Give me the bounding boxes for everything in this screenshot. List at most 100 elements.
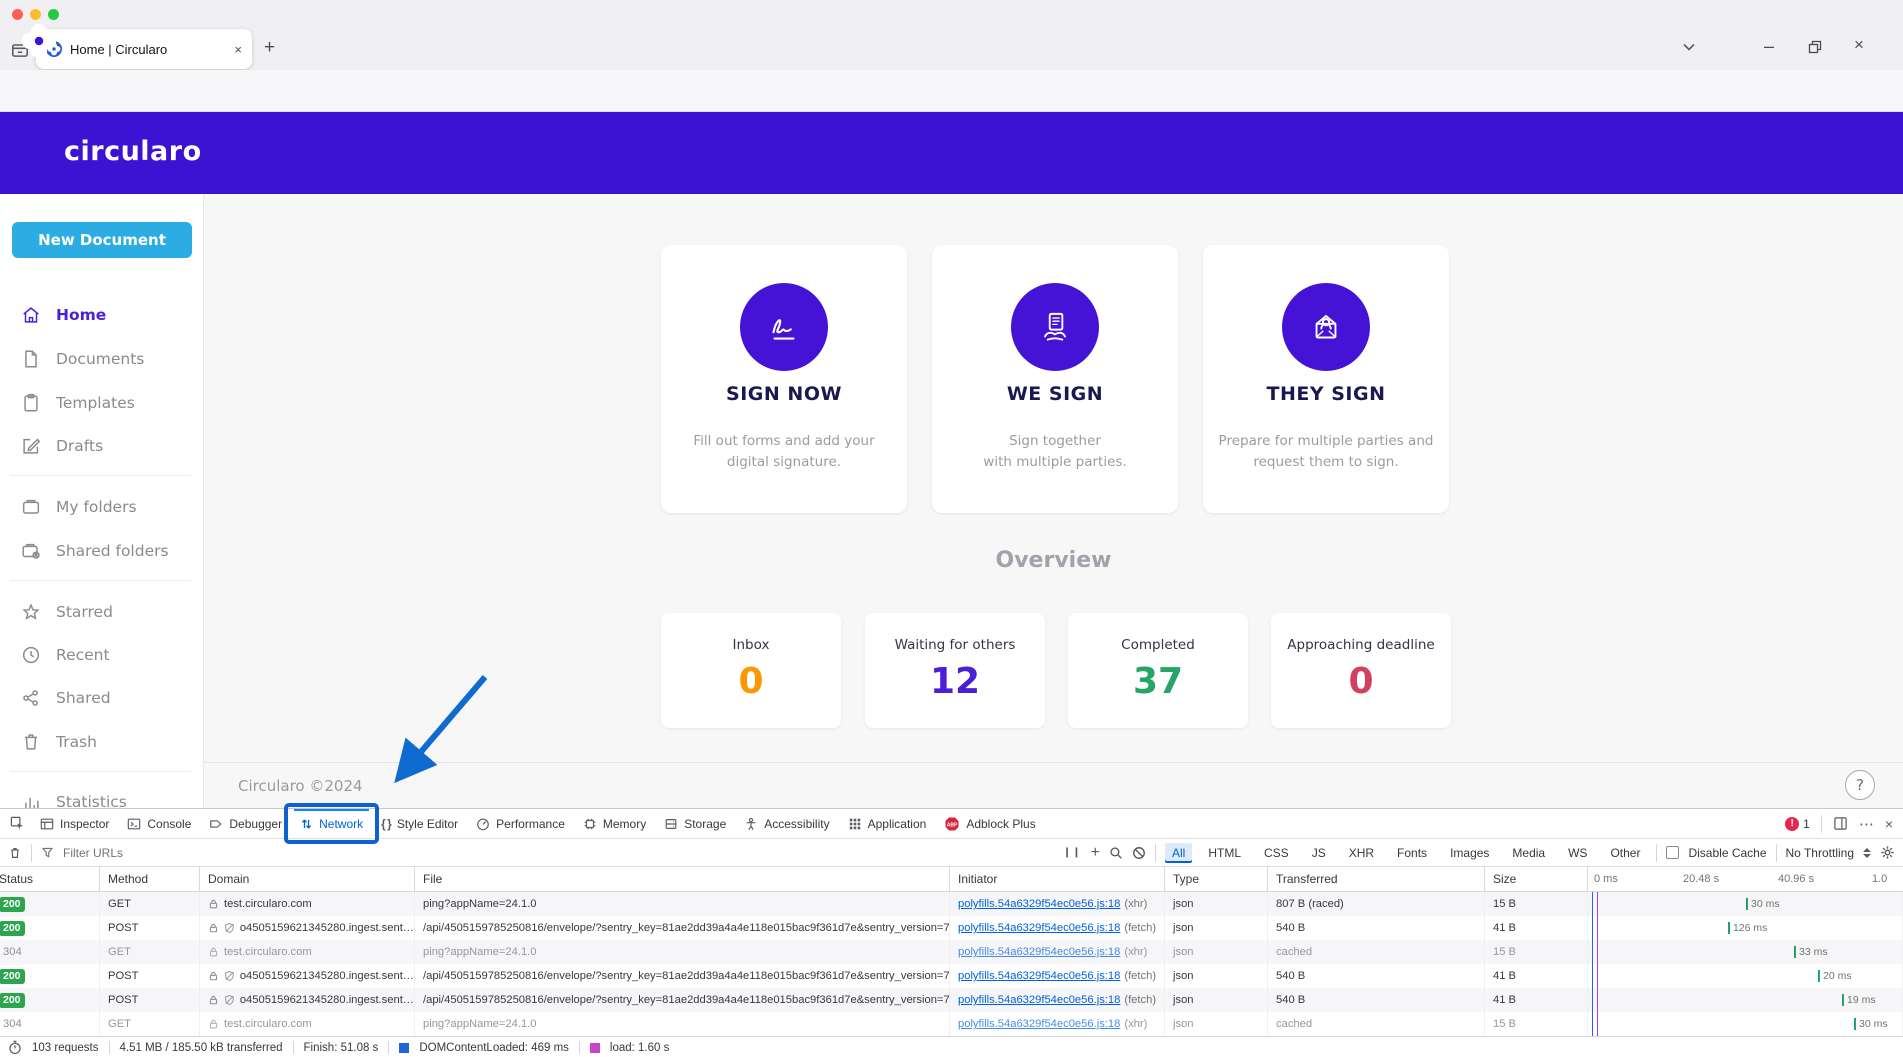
devtools-tab-adblock-plus[interactable]: ABP Adblock Plus	[935, 809, 1044, 839]
window-minimize-button[interactable]: –	[1764, 37, 1774, 55]
sidebar-item-drafts[interactable]: Drafts	[0, 424, 204, 468]
browser-tab[interactable]: Home | Circularo ×	[36, 29, 252, 69]
divider	[109, 1041, 110, 1054]
filter-urls-input[interactable]	[63, 846, 283, 860]
initiator-link[interactable]: polyfills.54a6329f54ec0e56.js:18	[958, 922, 1120, 934]
filter-pill-other[interactable]: Other	[1603, 843, 1647, 863]
card-subtitle: digital signature.	[661, 454, 907, 470]
timeline-tick: 1.0	[1872, 867, 1887, 892]
they-sign-card[interactable]: THEY SIGN Prepare for multiple parties a…	[1203, 245, 1449, 513]
initiator-link[interactable]: polyfills.54a6329f54ec0e56.js:18	[958, 970, 1120, 982]
network-request-row[interactable]: 304 GET test.circularo.com ping?appName=…	[0, 940, 1903, 964]
tab-close-icon[interactable]: ×	[234, 43, 242, 56]
block-requests-icon[interactable]	[1132, 846, 1146, 860]
hands-document-icon	[1011, 283, 1099, 371]
timeline-tick: 0 ms	[1594, 867, 1618, 892]
devtools-tab-memory[interactable]: Memory	[574, 809, 655, 839]
filter-funnel-icon	[41, 846, 54, 859]
devtools-tab-style-editor[interactable]: { } Style Editor	[372, 809, 467, 839]
macos-zoom-button[interactable]	[48, 9, 59, 20]
overview-heading: Overview	[204, 548, 1903, 573]
filter-pill-fonts[interactable]: Fonts	[1390, 843, 1434, 863]
network-request-row[interactable]: 200 POST o4505159621345280.ingest.sent… …	[0, 988, 1903, 1012]
sidebar-item-shared[interactable]: Shared	[0, 676, 204, 720]
initiator-link[interactable]: polyfills.54a6329f54ec0e56.js:18	[958, 1018, 1120, 1030]
we-sign-card[interactable]: WE SIGN Sign together with multiple part…	[932, 245, 1178, 513]
sidebar-item-starred[interactable]: Starred	[0, 590, 204, 634]
devtools-tab-storage[interactable]: Storage	[655, 809, 735, 839]
devtools-close-icon[interactable]: ×	[1885, 816, 1893, 832]
pause-icon[interactable]: ❙❙	[1063, 847, 1082, 858]
devtools-tab-console[interactable]: Console	[118, 809, 200, 839]
finish-time[interactable]: Finish: 51.08 s	[304, 1042, 379, 1054]
help-button[interactable]: ?	[1845, 770, 1875, 800]
devtools-tab-network[interactable]: Network	[291, 809, 372, 839]
clipboard-icon	[20, 392, 42, 414]
new-document-button[interactable]: New Document	[12, 222, 192, 258]
network-request-row[interactable]: 200 GET test.circularo.com ping?appName=…	[0, 892, 1903, 916]
network-settings-gear-icon[interactable]	[1880, 845, 1895, 860]
filter-pill-js[interactable]: JS	[1305, 843, 1333, 863]
network-request-table: Status Method Domain File Initiator Type…	[0, 867, 1903, 1036]
initiator-link[interactable]: polyfills.54a6329f54ec0e56.js:18	[958, 946, 1120, 958]
filter-pill-ws[interactable]: WS	[1561, 843, 1594, 863]
stat-card-approaching-deadline[interactable]: Approaching deadline 0	[1271, 613, 1451, 728]
sidebar-item-documents[interactable]: Documents	[0, 337, 204, 381]
search-requests-icon[interactable]	[1109, 846, 1123, 860]
devtools-tab-accessibility[interactable]: Accessibility	[735, 809, 838, 839]
disable-cache-checkbox[interactable]	[1666, 846, 1679, 859]
sidebar-item-statistics[interactable]: Statistics	[0, 780, 204, 808]
macos-close-button[interactable]	[12, 9, 23, 20]
sidebar-divider	[10, 475, 191, 476]
filter-pill-all[interactable]: All	[1165, 843, 1192, 863]
performance-analysis-icon[interactable]	[8, 1040, 22, 1055]
domcontentloaded-time[interactable]: DOMContentLoaded: 469 ms	[419, 1042, 569, 1054]
filter-pill-images[interactable]: Images	[1443, 843, 1496, 863]
filter-pill-html[interactable]: HTML	[1201, 843, 1248, 863]
devtools-tab-application[interactable]: Application	[839, 809, 936, 839]
split-console-icon[interactable]	[1833, 816, 1848, 831]
requests-count[interactable]: 103 requests	[32, 1042, 99, 1054]
circularo-logo-icon[interactable]	[20, 22, 58, 60]
sidebar-item-shared-folders[interactable]: Shared folders	[0, 529, 204, 573]
macos-minimize-button[interactable]	[30, 9, 41, 20]
list-tabs-chevron-icon[interactable]	[1682, 42, 1696, 52]
window-restore-button[interactable]	[1808, 40, 1822, 54]
filter-pill-xhr[interactable]: XHR	[1342, 843, 1381, 863]
table-header-row[interactable]: Status Method Domain File Initiator Type…	[0, 867, 1903, 892]
braces-icon: { }	[381, 817, 391, 831]
network-request-row[interactable]: 304 GET test.circularo.com ping?appName=…	[0, 1012, 1903, 1036]
stat-card-completed[interactable]: Completed 37	[1068, 613, 1248, 728]
devtools-tab-inspector[interactable]: Inspector	[31, 809, 118, 839]
network-request-row[interactable]: 200 POST o4505159621345280.ingest.sent… …	[0, 916, 1903, 940]
sidebar-item-recent[interactable]: Recent	[0, 633, 204, 677]
initiator-link[interactable]: polyfills.54a6329f54ec0e56.js:18	[958, 994, 1120, 1006]
sidebar-item-trash[interactable]: Trash	[0, 720, 204, 764]
throttling-select[interactable]: No Throttling	[1786, 846, 1854, 860]
stat-card-waiting-for-others[interactable]: Waiting for others 12	[865, 613, 1045, 728]
sidebar-item-home[interactable]: Home	[0, 293, 204, 337]
status-code: 304	[3, 1018, 22, 1030]
transferred-summary[interactable]: 4.51 MB / 185.50 kB transferred	[120, 1042, 283, 1054]
initiator-link[interactable]: polyfills.54a6329f54ec0e56.js:18	[958, 898, 1120, 910]
new-tab-button[interactable]: +	[264, 38, 275, 57]
devtools-tab-debugger[interactable]: Debugger	[200, 809, 291, 839]
load-time[interactable]: load: 1.60 s	[610, 1042, 669, 1054]
pick-element-icon[interactable]	[4, 816, 31, 831]
devtools-tab-bar: Inspector Console Debugger Network { } S…	[0, 809, 1903, 839]
console-error-count[interactable]: ! 1	[1785, 817, 1810, 831]
waterfall-bar	[1794, 946, 1796, 958]
window-close-button[interactable]: ×	[1854, 36, 1864, 53]
brand-name[interactable]: circularo	[64, 136, 202, 167]
sidebar-item-my-folders[interactable]: My folders	[0, 485, 204, 529]
devtools-tab-performance[interactable]: Performance	[467, 809, 574, 839]
filter-pill-media[interactable]: Media	[1505, 843, 1552, 863]
network-request-row[interactable]: 200 POST o4505159621345280.ingest.sent… …	[0, 964, 1903, 988]
filter-pill-css[interactable]: CSS	[1257, 843, 1296, 863]
add-request-icon[interactable]: +	[1091, 844, 1100, 862]
sidebar-item-templates[interactable]: Templates	[0, 381, 204, 425]
clear-requests-trash-icon[interactable]	[8, 846, 22, 860]
devtools-menu-dots-icon[interactable]: ⋯	[1859, 815, 1874, 833]
stat-card-inbox[interactable]: Inbox 0	[661, 613, 841, 728]
sign-now-card[interactable]: SIGN NOW Fill out forms and add your dig…	[661, 245, 907, 513]
